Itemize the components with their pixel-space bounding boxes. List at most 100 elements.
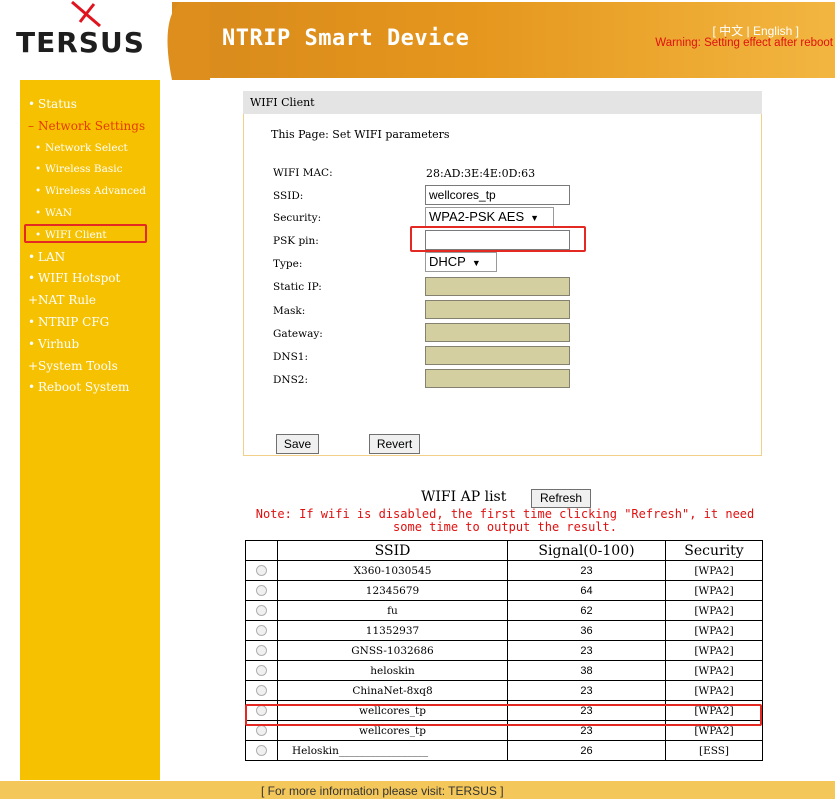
- ap-radio-button[interactable]: [256, 685, 267, 696]
- dns1-label: DNS1:: [273, 351, 309, 363]
- mask-input: [425, 300, 570, 319]
- header-curve-decoration: [167, 2, 210, 80]
- ap-signal: 23: [507, 680, 666, 701]
- type-selected-value: DHCP: [429, 254, 466, 269]
- ap-ssid: Heloskin_________________: [277, 740, 508, 761]
- table-row: fu 62 [WPA2]: [245, 600, 763, 621]
- ssid-label: SSID:: [273, 190, 304, 202]
- ap-radio-button[interactable]: [256, 585, 267, 596]
- lang-separator: |: [746, 24, 750, 38]
- ap-radio-button[interactable]: [256, 665, 267, 676]
- sidebar-item-network-settings[interactable]: – Network Settings: [28, 116, 146, 138]
- sidebar-menu: • Status – Network Settings • Network Selec…: [28, 94, 146, 399]
- security-label: Security:: [273, 212, 322, 224]
- ap-security: [WPA2]: [665, 640, 763, 661]
- active-item-highlight: [24, 224, 147, 243]
- ap-radio-button[interactable]: [256, 565, 267, 576]
- ap-table-header: SSID Signal(0-100) Security: [245, 540, 763, 561]
- table-row: X360-1030545 23 [WPA2]: [245, 560, 763, 581]
- ap-signal: 38: [507, 660, 666, 681]
- ap-security: [WPA2]: [665, 560, 763, 581]
- ap-radio-button[interactable]: [256, 605, 267, 616]
- ap-ssid: ChinaNet-8xq8: [277, 680, 508, 701]
- security-selected-value: WPA2-PSK AES: [429, 209, 525, 224]
- ap-signal: 23: [507, 560, 666, 581]
- mac-value: 28:AD:3E:4E:0D:63: [426, 167, 536, 180]
- ap-security: [WPA2]: [665, 680, 763, 701]
- revert-button[interactable]: Revert: [369, 434, 420, 454]
- ap-security: [WPA2]: [665, 620, 763, 641]
- ap-security: [WPA2]: [665, 580, 763, 601]
- sidebar-item-network-select[interactable]: • Network Select: [28, 138, 146, 160]
- ap-ssid: 12345679: [277, 580, 508, 601]
- dropdown-arrow-icon: ▼: [530, 213, 540, 223]
- mask-label: Mask:: [273, 305, 306, 317]
- dropdown-arrow-icon: ▼: [471, 258, 481, 268]
- ap-security: [WPA2]: [665, 600, 763, 621]
- footer-text: [ For more information please visit: TER…: [261, 784, 504, 798]
- sidebar-item-virhub[interactable]: • Virhub: [28, 334, 146, 356]
- type-select[interactable]: DHCP ▼: [425, 252, 497, 272]
- sidebar-item-reboot-system[interactable]: • Reboot System: [28, 377, 146, 399]
- psk-label: PSK pin:: [273, 235, 319, 247]
- ap-ssid: heloskin: [277, 660, 508, 681]
- ap-signal: 62: [507, 600, 666, 621]
- table-row: ChinaNet-8xq8 23 [WPA2]: [245, 680, 763, 701]
- ap-radio-button[interactable]: [256, 725, 267, 736]
- ap-radio-button[interactable]: [256, 625, 267, 636]
- refresh-note: Note: If wifi is disabled, the first tim…: [245, 508, 765, 534]
- dns1-input: [425, 346, 570, 365]
- ap-ssid: fu: [277, 600, 508, 621]
- col-ssid: SSID: [277, 540, 508, 561]
- gateway-input: [425, 323, 570, 342]
- ssid-input[interactable]: [425, 185, 570, 205]
- ap-signal: 23: [507, 640, 666, 661]
- reboot-warning: Warning: Setting effect after reboot: [655, 37, 833, 49]
- ap-radio-button[interactable]: [256, 745, 267, 756]
- lang-english-link[interactable]: English: [753, 24, 792, 38]
- sidebar-item-system-tools[interactable]: +System Tools: [28, 356, 146, 378]
- gateway-label: Gateway:: [273, 328, 323, 340]
- lang-chinese-link[interactable]: 中文: [719, 24, 743, 38]
- sidebar-item-wireless-basic[interactable]: • Wireless Basic: [28, 159, 146, 181]
- static-ip-input: [425, 277, 570, 296]
- sidebar: • Status – Network Settings • Network Selec…: [20, 80, 160, 780]
- ap-list-table: SSID Signal(0-100) Security X360-1030545…: [245, 540, 763, 761]
- selected-ap-highlight-box: [245, 704, 762, 726]
- header: TERSUS NTRIP Smart Device [ 中文 | English…: [0, 0, 835, 80]
- lang-bracket-open: [: [712, 24, 716, 38]
- ap-ssid: GNSS-1032686: [277, 640, 508, 661]
- table-row: Heloskin_________________ 26 [ESS]: [245, 740, 763, 761]
- col-security: Security: [665, 540, 763, 561]
- sidebar-item-wan[interactable]: • WAN: [28, 203, 146, 225]
- refresh-note-line2: some time to output the result.: [393, 520, 617, 534]
- col-signal: Signal(0-100): [507, 540, 666, 561]
- dns2-input: [425, 369, 570, 388]
- sidebar-item-wireless-advanced[interactable]: • Wireless Advanced: [28, 181, 146, 203]
- security-select[interactable]: WPA2-PSK AES ▼: [425, 207, 554, 227]
- sidebar-item-lan[interactable]: • LAN: [28, 247, 146, 269]
- refresh-button[interactable]: Refresh: [531, 489, 591, 508]
- table-row: 12345679 64 [WPA2]: [245, 580, 763, 601]
- static-ip-label: Static IP:: [273, 281, 322, 293]
- lang-bracket-close: ]: [795, 24, 799, 38]
- sidebar-item-ntrip-cfg[interactable]: • NTRIP CFG: [28, 312, 146, 334]
- page-description: This Page: Set WIFI parameters: [271, 128, 450, 141]
- col-select: [245, 540, 278, 561]
- panel-title: WIFI Client: [243, 91, 762, 114]
- ap-signal: 64: [507, 580, 666, 601]
- tersus-logo: TERSUS: [8, 0, 158, 78]
- ap-signal: 36: [507, 620, 666, 641]
- type-label: Type:: [273, 258, 303, 270]
- dns2-label: DNS2:: [273, 374, 309, 386]
- sidebar-item-status[interactable]: • Status: [28, 94, 146, 116]
- save-button[interactable]: Save: [276, 434, 319, 454]
- ap-signal: 26: [507, 740, 666, 761]
- ap-ssid: X360-1030545: [277, 560, 508, 581]
- app-title: NTRIP Smart Device: [222, 26, 470, 51]
- ap-radio-button[interactable]: [256, 645, 267, 656]
- ap-security: [ESS]: [665, 740, 763, 761]
- ap-ssid: 11352937: [277, 620, 508, 641]
- sidebar-item-nat-rule[interactable]: +NAT Rule: [28, 290, 146, 312]
- sidebar-item-wifi-hotspot[interactable]: • WIFI Hotspot: [28, 268, 146, 290]
